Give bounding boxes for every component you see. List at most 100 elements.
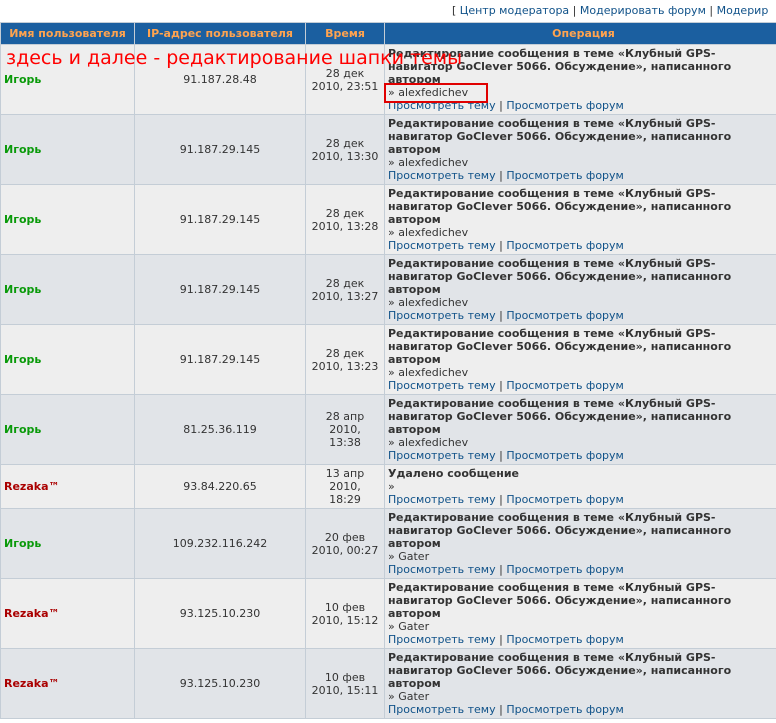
table-row: Игорь 91.187.29.145 28 дек 2010, 13:23 Редак… (0, 324, 776, 395)
time-line-2: 18:29 (329, 493, 361, 506)
log-username[interactable]: Игорь (0, 184, 135, 255)
time-line-1: 10 фев (324, 670, 366, 684)
moderator-log-table: Имя пользователя IP-адрес пользователя В… (0, 22, 776, 719)
view-topic-link[interactable]: Просмотреть тему (388, 449, 496, 462)
log-ip: 93.125.10.230 (134, 578, 306, 649)
operation-title: Редактирование сообщения в теме «Клубный… (388, 397, 732, 436)
username-link[interactable]: Игорь (4, 283, 41, 296)
log-operation: Удалено сообщение» Просмотреть тему | Про… (384, 464, 776, 509)
view-forum-link[interactable]: Просмотреть форум (506, 493, 624, 506)
view-topic-link[interactable]: Просмотреть тему (388, 633, 496, 646)
view-forum-link[interactable]: Просмотреть форум (506, 169, 624, 182)
view-forum-link[interactable]: Просмотреть форум (506, 379, 624, 392)
link-separator: | (499, 493, 503, 506)
username-link[interactable]: Игорь (4, 423, 41, 436)
view-topic-link[interactable]: Просмотреть тему (388, 309, 496, 322)
time-line-2: 2010, 00:27 (311, 543, 379, 557)
operation-title: Редактирование сообщения в теме «Клубный… (388, 327, 732, 366)
username-link[interactable]: Игорь (4, 353, 41, 366)
username-link[interactable]: Игорь (4, 73, 41, 86)
moderator-center-link[interactable]: Центр модератора (460, 4, 569, 17)
log-username[interactable]: Rezaka™ (0, 648, 135, 719)
operation-links: Просмотреть тему | Просмотреть форум (388, 449, 776, 462)
time-line-2: 13:38 (329, 436, 361, 449)
view-topic-link[interactable]: Просмотреть тему (388, 493, 496, 506)
operation-links: Просмотреть тему | Просмотреть форум (388, 563, 776, 576)
log-operation: Редактирование сообщения в теме «Клубный… (384, 324, 776, 395)
operation-links: Просмотреть тему | Просмотреть форум (388, 633, 776, 646)
log-ip: 91.187.29.145 (134, 114, 306, 185)
view-topic-link[interactable]: Просмотреть тему (388, 703, 496, 716)
view-topic-link[interactable]: Просмотреть тему (388, 169, 496, 182)
table-row: Игорь 109.232.116.242 20 фев 2010, 00:27 Ред… (0, 508, 776, 579)
view-forum-link[interactable]: Просмотреть форум (506, 99, 624, 112)
time-line-2: 2010, 13:23 (311, 359, 379, 373)
view-topic-link[interactable]: Просмотреть тему (388, 239, 496, 252)
log-username[interactable]: Игорь (0, 324, 135, 395)
username-link[interactable]: Rezaka™ (4, 677, 60, 690)
operation-author: » alexfedichev (388, 156, 469, 169)
log-ip: 91.187.29.145 (134, 254, 306, 325)
operation-author: » Gater (388, 690, 430, 703)
table-row: Rezaka™ 93.125.10.230 10 фев 2010, 15:11 Ред… (0, 648, 776, 719)
time-line-1: 10 фев (324, 600, 366, 614)
log-username[interactable]: Игорь (0, 114, 135, 185)
link-separator: | (499, 309, 503, 322)
moderate-more-link[interactable]: Модерир (717, 4, 769, 17)
log-username[interactable]: Rezaka™ (0, 578, 135, 649)
table-row: Игорь 91.187.29.145 28 дек 2010, 13:27 Редак… (0, 254, 776, 325)
operation-title: Удалено сообщение (388, 467, 519, 480)
view-forum-link[interactable]: Просмотреть форум (506, 563, 624, 576)
username-link[interactable]: Игорь (4, 213, 41, 226)
header-operation: Операция (384, 22, 776, 45)
link-separator: | (499, 379, 503, 392)
operation-title: Редактирование сообщения в теме «Клубный… (388, 257, 732, 296)
link-separator: | (499, 239, 503, 252)
view-topic-link[interactable]: Просмотреть тему (388, 563, 496, 576)
username-link[interactable]: Rezaka™ (4, 480, 60, 493)
log-time: 10 фев 2010, 15:12 (305, 578, 385, 649)
view-forum-link[interactable]: Просмотреть форум (506, 239, 624, 252)
operation-author: » alexfedichev (388, 436, 469, 449)
header-ip: IP-адрес пользователя (134, 22, 306, 45)
view-forum-link[interactable]: Просмотреть форум (506, 703, 624, 716)
operation-author: » alexfedichev (388, 366, 469, 379)
operation-author: » alexfedichev (388, 226, 469, 239)
operation-title: Редактирование сообщения в теме «Клубный… (388, 651, 732, 690)
view-forum-link[interactable]: Просмотреть форум (506, 449, 624, 462)
view-forum-link[interactable]: Просмотреть форум (506, 309, 624, 322)
log-username[interactable]: Rezaka™ (0, 464, 135, 509)
log-ip: 93.125.10.230 (134, 648, 306, 719)
table-row: Игорь 81.25.36.119 28 апр 2010, 13:38 Редакт… (0, 394, 776, 465)
log-operation: Редактирование сообщения в теме «Клубный… (384, 254, 776, 325)
log-time: 28 дек 2010, 13:23 (305, 324, 385, 395)
log-operation: Редактирование сообщения в теме «Клубный… (384, 578, 776, 649)
log-time: 10 фев 2010, 15:11 (305, 648, 385, 719)
view-forum-link[interactable]: Просмотреть форум (506, 633, 624, 646)
username-link[interactable]: Rezaka™ (4, 607, 60, 620)
operation-author: » (388, 480, 395, 493)
log-operation: Редактирование сообщения в теме «Клубный… (384, 114, 776, 185)
operation-links: Просмотреть тему | Просмотреть форум (388, 379, 776, 392)
username-link[interactable]: Игорь (4, 143, 41, 156)
log-username[interactable]: Игорь (0, 508, 135, 579)
time-line-2: 2010, 13:28 (311, 219, 379, 233)
link-separator: | (499, 563, 503, 576)
time-line-2: 2010, 23:51 (311, 79, 379, 93)
operation-title: Редактирование сообщения в теме «Клубный… (388, 117, 732, 156)
log-username[interactable]: Игорь (0, 254, 135, 325)
table-row: Rezaka™ 93.84.220.65 13 апр 2010, 18:29 Удал… (0, 464, 776, 509)
time-line-2: 2010, 13:27 (311, 289, 379, 303)
annotation-highlight-box (384, 83, 488, 103)
view-topic-link[interactable]: Просмотреть тему (388, 379, 496, 392)
time-line-1: 28 дек (325, 276, 365, 290)
log-time: 28 дек 2010, 13:28 (305, 184, 385, 255)
username-link[interactable]: Игорь (4, 537, 41, 550)
log-operation: Редактирование сообщения в теме «Клубный… (384, 184, 776, 255)
log-operation: Редактирование сообщения в теме «Клубный… (384, 648, 776, 719)
log-username[interactable]: Игорь (0, 394, 135, 465)
moderate-forum-link[interactable]: Модерировать форум (580, 4, 706, 17)
operation-links: Просмотреть тему | Просмотреть форум (388, 703, 776, 716)
header-username: Имя пользователя (0, 22, 135, 45)
operation-links: Просмотреть тему | Просмотреть форум (388, 493, 776, 506)
